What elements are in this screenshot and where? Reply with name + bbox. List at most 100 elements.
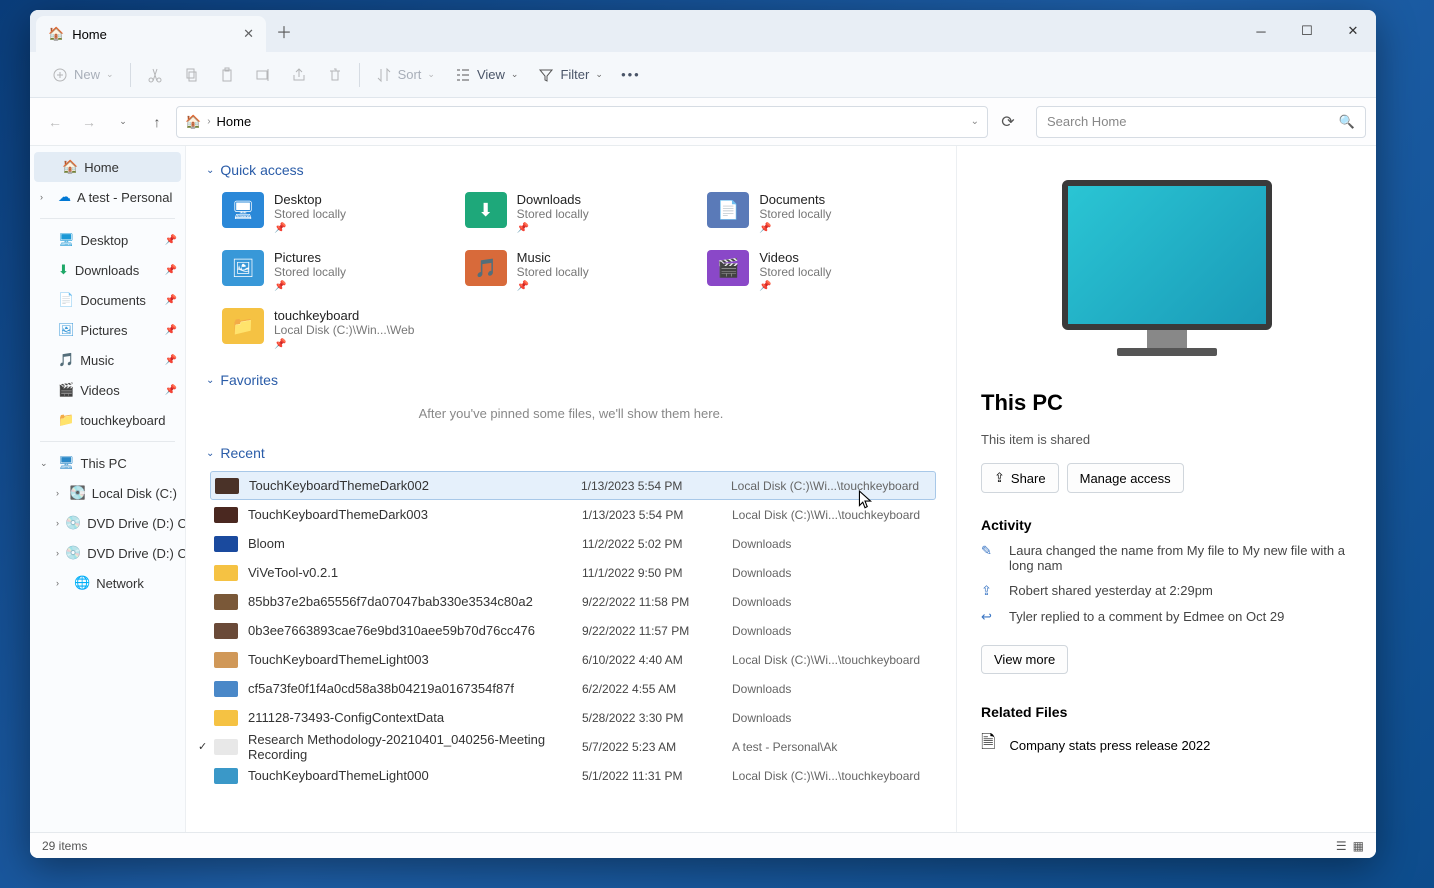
nav-dvd2[interactable]: ›💿DVD Drive (D:) CCC xyxy=(30,538,185,568)
back-button[interactable]: ← xyxy=(40,107,70,137)
activity-icon: ↩ xyxy=(981,609,997,625)
nav-downloads[interactable]: ⬇Downloads📌 xyxy=(30,255,185,285)
paste-button[interactable] xyxy=(211,59,243,91)
file-location: Downloads xyxy=(732,537,932,551)
recent-item[interactable]: 85bb37e2ba65556f7da07047bab330e3534c80a2… xyxy=(210,587,936,616)
recent-item[interactable]: ViVeTool-v0.2.1 11/1/2022 9:50 PM Downlo… xyxy=(210,558,936,587)
file-thumbnail xyxy=(214,652,238,668)
nav-music[interactable]: 🎵Music📌 xyxy=(30,345,185,375)
sort-label: Sort xyxy=(398,67,422,82)
tab-home[interactable]: 🏠 Home ✕ xyxy=(36,16,266,52)
close-tab-icon[interactable]: ✕ xyxy=(243,26,254,42)
item-count: 29 items xyxy=(42,839,87,853)
file-date: 6/2/2022 4:55 AM xyxy=(582,682,732,696)
pin-icon: 📌 xyxy=(517,281,589,292)
address-dropdown-icon[interactable]: ⌄ xyxy=(971,116,979,127)
close-button[interactable]: ✕ xyxy=(1330,10,1376,52)
statusbar: 29 items ☰ ▦ xyxy=(30,832,1376,858)
thumbnails-view-button[interactable]: ▦ xyxy=(1353,839,1364,853)
related-file[interactable]: 🗎 Company stats press release 2022 xyxy=(981,730,1352,760)
nav-atest[interactable]: ›☁A test - Personal xyxy=(30,182,185,212)
file-location: Downloads xyxy=(732,566,932,580)
pin-icon: 📌 xyxy=(165,385,177,396)
view-button[interactable]: View ⌄ xyxy=(447,59,527,91)
file-location: Local Disk (C:)\Wi...\touchkeyboard xyxy=(732,769,932,783)
pin-icon: 📌 xyxy=(274,223,346,234)
quickaccess-item[interactable]: 🎬 Videos Stored locally 📌 xyxy=(703,246,936,296)
recent-item[interactable]: cf5a73fe0f1f4a0cd58a38b04219a0167354f87f… xyxy=(210,674,936,703)
up-button[interactable]: ↑ xyxy=(142,107,172,137)
recent-item[interactable]: Bloom 11/2/2022 5:02 PM Downloads xyxy=(210,529,936,558)
search-input[interactable]: Search Home 🔍 xyxy=(1036,106,1366,138)
recent-locations-button[interactable]: ⌄ xyxy=(108,107,138,137)
nav-documents[interactable]: 📄Documents📌 xyxy=(30,285,185,315)
file-location: Local Disk (C:)\Wi...\touchkeyboard xyxy=(732,508,932,522)
file-location: Local Disk (C:)\Wi...\touchkeyboard xyxy=(732,653,932,667)
quickaccess-item[interactable]: 📄 Documents Stored locally 📌 xyxy=(703,188,936,238)
quickaccess-item[interactable]: ⬇ Downloads Stored locally 📌 xyxy=(461,188,694,238)
maximize-button[interactable]: ☐ xyxy=(1284,10,1330,52)
recent-item[interactable]: 0b3ee7663893cae76e9bd310aee59b70d76cc476… xyxy=(210,616,936,645)
recent-item[interactable]: TouchKeyboardThemeDark003 1/13/2023 5:54… xyxy=(210,500,936,529)
desktop-icon: 🖥 xyxy=(58,232,75,248)
recent-item[interactable]: TouchKeyboardThemeLight000 5/1/2022 11:3… xyxy=(210,761,936,790)
address-bar[interactable]: 🏠 › Home ⌄ xyxy=(176,106,988,138)
nav-touchkeyboard[interactable]: 📁touchkeyboard xyxy=(30,405,185,435)
details-view-button[interactable]: ☰ xyxy=(1336,839,1347,853)
rename-button[interactable] xyxy=(247,59,279,91)
qa-name: Videos xyxy=(759,250,831,265)
file-date: 5/1/2022 11:31 PM xyxy=(582,769,732,783)
nav-pictures[interactable]: 🖼Pictures📌 xyxy=(30,315,185,345)
nav-videos[interactable]: 🎬Videos📌 xyxy=(30,375,185,405)
nav-dvd1[interactable]: ›💿DVD Drive (D:) CC xyxy=(30,508,185,538)
pin-icon: 📌 xyxy=(165,235,177,246)
home-icon: 🏠 xyxy=(185,114,201,130)
breadcrumb-home[interactable]: Home xyxy=(217,114,252,129)
recent-item[interactable]: 211128-73493-ConfigContextData 5/28/2022… xyxy=(210,703,936,732)
nav-desktop[interactable]: 🖥Desktop📌 xyxy=(30,225,185,255)
filter-label: Filter xyxy=(560,67,589,82)
qa-subtext: Local Disk (C:)\Win...\Web xyxy=(274,323,414,337)
file-thumbnail xyxy=(215,478,239,494)
pdf-icon: 🗎 xyxy=(981,730,995,760)
file-name: 211128-73493-ConfigContextData xyxy=(248,710,582,725)
more-button[interactable]: ••• xyxy=(615,59,647,91)
cut-button[interactable] xyxy=(139,59,171,91)
refresh-button[interactable]: ⟳ xyxy=(992,112,1024,132)
nav-home[interactable]: 🏠Home xyxy=(34,152,181,182)
qa-name: Pictures xyxy=(274,250,346,265)
delete-button[interactable] xyxy=(319,59,351,91)
view-more-button[interactable]: View more xyxy=(981,645,1068,674)
quickaccess-item[interactable]: 🖼 Pictures Stored locally 📌 xyxy=(218,246,451,296)
file-thumbnail xyxy=(214,768,238,784)
recent-item[interactable]: ✓ Research Methodology-20210401_040256-M… xyxy=(210,732,936,761)
sort-button[interactable]: Sort ⌄ xyxy=(368,59,443,91)
quickaccess-item[interactable]: 🎵 Music Stored locally 📌 xyxy=(461,246,694,296)
nav-network[interactable]: ›🌐Network xyxy=(30,568,185,598)
quickaccess-item[interactable]: 🖥 Desktop Stored locally 📌 xyxy=(218,188,451,238)
thispc-icon: 🖥 xyxy=(58,455,75,471)
recent-item[interactable]: TouchKeyboardThemeLight003 6/10/2022 4:4… xyxy=(210,645,936,674)
quickaccess-item[interactable]: 📁 touchkeyboard Local Disk (C:)\Win...\W… xyxy=(218,304,451,354)
file-date: 6/10/2022 4:40 AM xyxy=(582,653,732,667)
file-location: A test - Personal\Ak xyxy=(732,740,932,754)
minimize-button[interactable]: ─ xyxy=(1238,10,1284,52)
share-button[interactable] xyxy=(283,59,315,91)
new-tab-button[interactable]: ＋ xyxy=(276,19,292,43)
nav-localdisk[interactable]: ›💽Local Disk (C:) xyxy=(30,478,185,508)
new-button[interactable]: New ⌄ xyxy=(44,59,122,91)
section-quickaccess[interactable]: ⌄Quick access xyxy=(206,162,936,178)
activity-header: Activity xyxy=(981,517,1352,533)
share-button[interactable]: ⇪Share xyxy=(981,463,1059,493)
nav-thispc[interactable]: ⌄🖥This PC xyxy=(30,448,185,478)
recent-item[interactable]: TouchKeyboardThemeDark002 1/13/2023 5:54… xyxy=(210,471,936,500)
filter-button[interactable]: Filter ⌄ xyxy=(530,59,610,91)
section-favorites[interactable]: ⌄Favorites xyxy=(206,372,936,388)
copy-button[interactable] xyxy=(175,59,207,91)
qa-subtext: Stored locally xyxy=(759,207,831,221)
home-icon: 🏠 xyxy=(48,26,64,42)
forward-button[interactable]: → xyxy=(74,107,104,137)
manage-access-button[interactable]: Manage access xyxy=(1067,463,1184,493)
section-recent[interactable]: ⌄Recent xyxy=(206,445,936,461)
pin-icon: 📌 xyxy=(274,339,414,350)
